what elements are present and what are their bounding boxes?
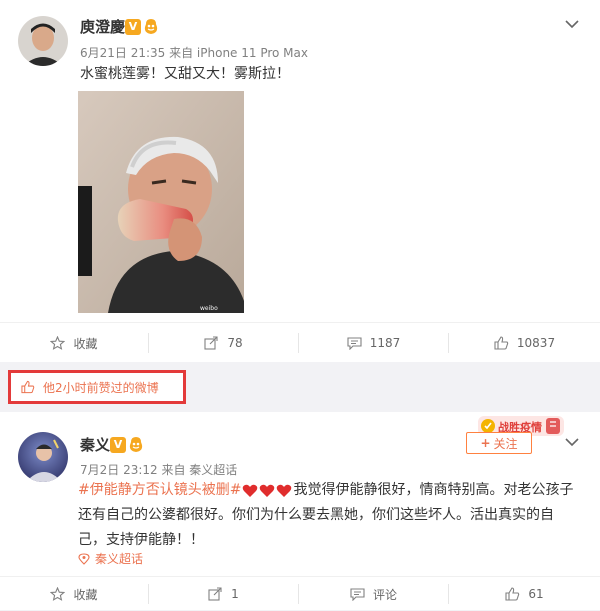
collect-label: 收藏 [73, 336, 98, 351]
post-meta: 6月21日 21:35 来自 iPhone 11 Pro Max [80, 46, 308, 60]
svg-text:weibo: weibo [200, 305, 218, 312]
repost-count: 78 [227, 336, 243, 350]
post-text-content: 我觉得伊能静很好，情商特别高。对老公孩子 [293, 482, 574, 498]
action-bar: 收藏 1 评论 61 [0, 576, 600, 610]
like-count: 61 [528, 587, 544, 601]
avatar[interactable] [18, 432, 68, 482]
post-meta: 7月2日 23:12 来自 秦义超话 [80, 463, 238, 477]
weibo-post-2: 战胜疫情 秦义 V + 关注 7月2日 23:12 来自 秦义超话 #伊能静方否… [0, 412, 600, 610]
comment-icon [350, 588, 365, 601]
comment-count: 1187 [369, 336, 401, 350]
thumbs-up-icon [505, 587, 520, 601]
chevron-down-icon[interactable] [565, 432, 579, 451]
collect-button[interactable]: 收藏 [0, 577, 148, 611]
location-pin-icon [78, 552, 90, 565]
liked-notice-text: 他2小时前赞过的微博 [43, 380, 159, 395]
username[interactable]: 秦义 [80, 434, 110, 455]
supertopic-link[interactable]: 秦义超话 [78, 550, 143, 567]
post-photo[interactable]: weibo [78, 91, 244, 313]
like-count: 10837 [516, 336, 556, 350]
verified-badge-icon: V [125, 19, 141, 35]
topic-link[interactable]: #伊能静方否认镜头被删# [78, 478, 241, 503]
level-badge-icon [128, 436, 144, 457]
post-text-line: 还有自己的公婆都很好。你们为什么要去黑她，你们这些坏人。活出真实的自 [78, 507, 554, 523]
username[interactable]: 庾澄慶 [80, 16, 125, 37]
repost-button[interactable]: 78 [149, 323, 298, 363]
post-text-line: 己，支持伊能静！！ [78, 532, 204, 548]
repost-count: 1 [231, 587, 239, 601]
thumbs-up-icon [21, 380, 35, 394]
post-text-line: #伊能静方否认镜头被删# 我觉得伊能静很好，情商特别高。对老公孩子 [78, 478, 590, 503]
like-button[interactable]: 10837 [449, 323, 600, 363]
weibo-post-1: 庾澄慶 V 6月21日 21:35 来自 iPhone 11 Pro Max 水… [0, 0, 600, 362]
post-text: #伊能静方否认镜头被删# 我觉得伊能静很好，情商特别高。对老公孩子 还有自己的公… [78, 478, 590, 553]
heart-emoji-icon [242, 483, 292, 498]
star-icon [50, 587, 66, 601]
repost-button[interactable]: 1 [149, 577, 298, 611]
liked-notice-bar: 他2小时前赞过的微博 [0, 362, 600, 412]
follow-button[interactable]: + 关注 [466, 432, 532, 454]
share-icon [204, 336, 218, 350]
comment-icon [347, 337, 362, 350]
liked-notice[interactable]: 他2小时前赞过的微博 [8, 370, 186, 404]
star-icon [50, 336, 66, 350]
like-button[interactable]: 61 [449, 577, 600, 611]
thumbs-up-icon [494, 336, 509, 350]
avatar[interactable] [18, 16, 68, 66]
chevron-down-icon[interactable] [565, 14, 579, 33]
post-text: 水蜜桃莲雾！又甜又大！雾斯拉！ [80, 66, 290, 82]
plus-icon: + [480, 436, 491, 450]
comment-button[interactable]: 1187 [299, 323, 448, 363]
supertopic-label: 秦义超话 [95, 552, 144, 566]
comment-button[interactable]: 评论 [299, 577, 448, 611]
collect-button[interactable]: 收藏 [0, 323, 148, 363]
verified-badge-icon: V [110, 437, 126, 453]
action-bar: 收藏 78 1187 10837 [0, 322, 600, 362]
collect-label: 收藏 [73, 587, 98, 602]
share-icon [208, 587, 222, 601]
level-badge-icon [143, 18, 159, 39]
follow-label: 关注 [493, 436, 518, 451]
comment-label: 评论 [372, 587, 397, 602]
